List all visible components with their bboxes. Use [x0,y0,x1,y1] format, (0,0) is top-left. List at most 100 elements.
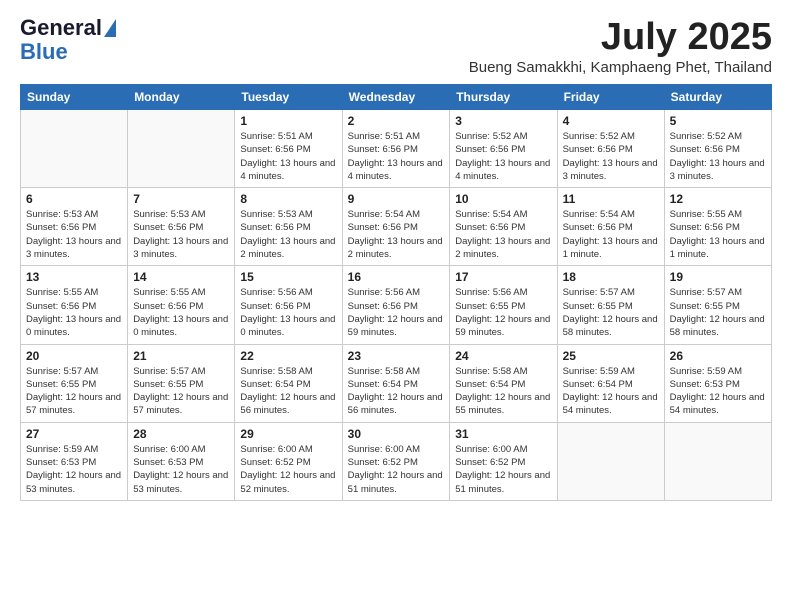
day-info: Sunrise: 5:52 AM Sunset: 6:56 PM Dayligh… [563,130,659,183]
day-number: 27 [26,427,122,441]
day-info: Sunrise: 5:58 AM Sunset: 6:54 PM Dayligh… [455,365,551,418]
day-info: Sunrise: 5:51 AM Sunset: 6:56 PM Dayligh… [348,130,445,183]
day-number: 28 [133,427,229,441]
day-number: 5 [670,114,766,128]
calendar-cell: 24 Sunrise: 5:58 AM Sunset: 6:54 PM Dayli… [450,344,557,422]
day-info: Sunrise: 5:59 AM Sunset: 6:54 PM Dayligh… [563,365,659,418]
calendar-cell: 23Sunrise: 5:58 AM Sunset: 6:54 PM Dayli… [342,344,450,422]
day-number: 24 [455,349,551,363]
logo-blue: Blue [20,40,68,64]
day-info: Sunrise: 5:57 AM Sunset: 6:55 PM Dayligh… [133,365,229,418]
day-info: Sunrise: 5:57 AM Sunset: 6:55 PM Dayligh… [26,365,122,418]
calendar-cell: 17 Sunrise: 5:56 AM Sunset: 6:55 PM Dayli… [450,266,557,344]
calendar-header-thursday: Thursday [450,85,557,110]
day-number: 1 [240,114,336,128]
day-number: 18 [563,270,659,284]
calendar-cell: 10 Sunrise: 5:54 AM Sunset: 6:56 PM Dayli… [450,188,557,266]
day-info: Sunrise: 5:59 AM Sunset: 6:53 PM Dayligh… [26,443,122,496]
day-info: Sunrise: 5:56 AM Sunset: 6:56 PM Dayligh… [348,286,445,339]
day-number: 11 [563,192,659,206]
calendar-cell: 28 Sunrise: 6:00 AM Sunset: 6:53 PM Dayli… [128,422,235,500]
calendar-cell: 12 Sunrise: 5:55 AM Sunset: 6:56 PM Dayli… [664,188,771,266]
month-title: July 2025 [469,16,772,59]
calendar-cell: 27 Sunrise: 5:59 AM Sunset: 6:53 PM Dayli… [21,422,128,500]
day-info: Sunrise: 6:00 AM Sunset: 6:52 PM Dayligh… [348,443,445,496]
calendar-cell: 4Sunrise: 5:52 AM Sunset: 6:56 PM Daylig… [557,110,664,188]
calendar-header-tuesday: Tuesday [235,85,342,110]
day-number: 6 [26,192,122,206]
calendar-cell: 30 Sunrise: 6:00 AM Sunset: 6:52 PM Dayli… [342,422,450,500]
calendar-cell: 25Sunrise: 5:59 AM Sunset: 6:54 PM Dayli… [557,344,664,422]
day-number: 31 [455,427,551,441]
calendar-week-row: 27 Sunrise: 5:59 AM Sunset: 6:53 PM Dayli… [21,422,772,500]
day-info: Sunrise: 5:55 AM Sunset: 6:56 PM Dayligh… [670,208,766,261]
calendar-cell: 6 Sunrise: 5:53 AM Sunset: 6:56 PM Daylig… [21,188,128,266]
day-number: 22 [240,349,336,363]
day-info: Sunrise: 5:57 AM Sunset: 6:55 PM Dayligh… [670,286,766,339]
day-number: 30 [348,427,445,441]
calendar-table: SundayMondayTuesdayWednesdayThursdayFrid… [20,84,772,501]
calendar-cell: 26 Sunrise: 5:59 AM Sunset: 6:53 PM Dayli… [664,344,771,422]
day-info: Sunrise: 5:51 AM Sunset: 6:56 PM Dayligh… [240,130,336,183]
calendar-cell: 9Sunrise: 5:54 AM Sunset: 6:56 PM Daylig… [342,188,450,266]
day-number: 19 [670,270,766,284]
day-info: Sunrise: 5:53 AM Sunset: 6:56 PM Dayligh… [133,208,229,261]
day-number: 14 [133,270,229,284]
day-number: 13 [26,270,122,284]
day-info: Sunrise: 5:55 AM Sunset: 6:56 PM Dayligh… [26,286,122,339]
day-info: Sunrise: 5:58 AM Sunset: 6:54 PM Dayligh… [240,365,336,418]
day-info: Sunrise: 5:55 AM Sunset: 6:56 PM Dayligh… [133,286,229,339]
day-number: 17 [455,270,551,284]
day-number: 12 [670,192,766,206]
calendar-cell: 11 Sunrise: 5:54 AM Sunset: 6:56 PM Dayli… [557,188,664,266]
calendar-header-sunday: Sunday [21,85,128,110]
calendar-header-wednesday: Wednesday [342,85,450,110]
day-number: 29 [240,427,336,441]
day-info: Sunrise: 5:59 AM Sunset: 6:53 PM Dayligh… [670,365,766,418]
calendar-header-monday: Monday [128,85,235,110]
calendar-cell: 19 Sunrise: 5:57 AM Sunset: 6:55 PM Dayli… [664,266,771,344]
title-block: July 2025 Bueng Samakkhi, Kamphaeng Phet… [469,16,772,76]
calendar-header-friday: Friday [557,85,664,110]
location-title: Bueng Samakkhi, Kamphaeng Phet, Thailand [469,59,772,76]
day-info: Sunrise: 5:53 AM Sunset: 6:56 PM Dayligh… [26,208,122,261]
calendar-header-saturday: Saturday [664,85,771,110]
calendar-cell: 8 Sunrise: 5:53 AM Sunset: 6:56 PM Daylig… [235,188,342,266]
calendar-week-row: 1 Sunrise: 5:51 AM Sunset: 6:56 PM Daylig… [21,110,772,188]
calendar-cell: 18 Sunrise: 5:57 AM Sunset: 6:55 PM Dayli… [557,266,664,344]
calendar-cell [128,110,235,188]
day-info: Sunrise: 5:53 AM Sunset: 6:56 PM Dayligh… [240,208,336,261]
day-number: 21 [133,349,229,363]
calendar-cell: 21 Sunrise: 5:57 AM Sunset: 6:55 PM Dayli… [128,344,235,422]
day-info: Sunrise: 5:54 AM Sunset: 6:56 PM Dayligh… [563,208,659,261]
day-number: 3 [455,114,551,128]
day-info: Sunrise: 5:58 AM Sunset: 6:54 PM Dayligh… [348,365,445,418]
calendar-cell: 31Sunrise: 6:00 AM Sunset: 6:52 PM Dayli… [450,422,557,500]
calendar-cell [557,422,664,500]
day-number: 15 [240,270,336,284]
calendar-cell: 1 Sunrise: 5:51 AM Sunset: 6:56 PM Daylig… [235,110,342,188]
day-info: Sunrise: 5:57 AM Sunset: 6:55 PM Dayligh… [563,286,659,339]
day-number: 7 [133,192,229,206]
calendar-cell [21,110,128,188]
day-number: 8 [240,192,336,206]
day-info: Sunrise: 5:54 AM Sunset: 6:56 PM Dayligh… [348,208,445,261]
calendar-cell: 20Sunrise: 5:57 AM Sunset: 6:55 PM Dayli… [21,344,128,422]
day-number: 10 [455,192,551,206]
calendar-cell: 3Sunrise: 5:52 AM Sunset: 6:56 PM Daylig… [450,110,557,188]
calendar-week-row: 13 Sunrise: 5:55 AM Sunset: 6:56 PM Dayli… [21,266,772,344]
day-number: 26 [670,349,766,363]
day-info: Sunrise: 6:00 AM Sunset: 6:53 PM Dayligh… [133,443,229,496]
calendar-cell: 5Sunrise: 5:52 AM Sunset: 6:56 PM Daylig… [664,110,771,188]
calendar-cell [664,422,771,500]
logo: General Blue [20,16,116,64]
day-number: 16 [348,270,445,284]
calendar-week-row: 20Sunrise: 5:57 AM Sunset: 6:55 PM Dayli… [21,344,772,422]
day-info: Sunrise: 5:54 AM Sunset: 6:56 PM Dayligh… [455,208,551,261]
day-info: Sunrise: 5:56 AM Sunset: 6:55 PM Dayligh… [455,286,551,339]
page-header: General Blue July 2025 Bueng Samakkhi, K… [20,16,772,76]
calendar-cell: 16 Sunrise: 5:56 AM Sunset: 6:56 PM Dayli… [342,266,450,344]
day-info: Sunrise: 6:00 AM Sunset: 6:52 PM Dayligh… [240,443,336,496]
calendar-cell: 2Sunrise: 5:51 AM Sunset: 6:56 PM Daylig… [342,110,450,188]
calendar-cell: 29 Sunrise: 6:00 AM Sunset: 6:52 PM Dayli… [235,422,342,500]
